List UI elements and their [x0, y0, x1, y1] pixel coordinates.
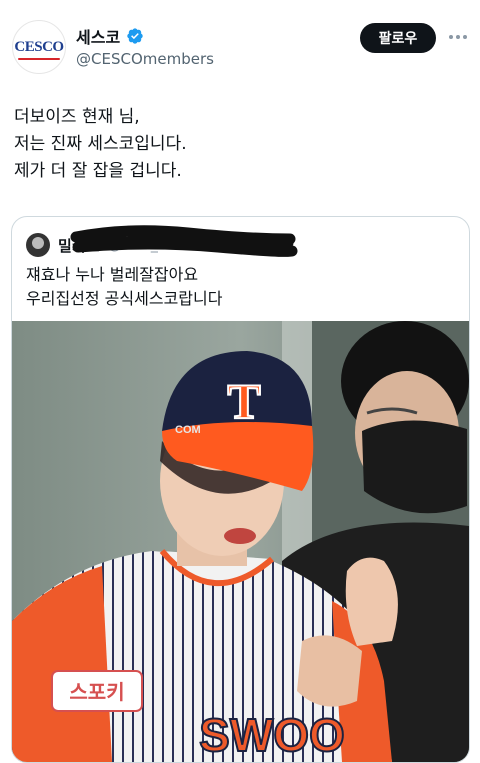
tweet-line: 제가 더 잘 잡을 겁니다.	[14, 161, 182, 181]
account-avatar[interactable]: CESCO	[12, 20, 66, 74]
sleeve-patch-text: 스포키	[69, 680, 124, 704]
quoted-avatar	[26, 233, 50, 257]
jersey-text: SWOO	[199, 709, 345, 761]
cap-logo: T	[227, 373, 260, 429]
face-mask	[362, 420, 467, 514]
verified-badge-icon	[127, 28, 143, 44]
account-name-row: 세스코	[76, 24, 144, 48]
account-name[interactable]: 세스코	[76, 24, 120, 48]
quoted-line: 쟤효나 누나 벌레잘잡아요	[26, 265, 199, 284]
cap-side-text: COM	[175, 424, 201, 436]
quoted-line: 우리집선정 공식세스코랍니다	[26, 289, 223, 308]
tweet-text: 더보이즈 현재 님, 저는 진짜 세스코입니다. 제가 더 잘 잡을 겁니다.	[14, 104, 187, 185]
quoted-text: 쟤효나 누나 벌레잘잡아요 우리집선정 공식세스코랍니다	[26, 263, 222, 311]
more-options-icon[interactable]	[446, 27, 470, 47]
quoted-tweet-card[interactable]: 밀키트 @milk_itt · 2024. 6. 16. 쟤효나 누나 벌레잘잡…	[11, 216, 470, 763]
quoted-photo[interactable]: T COM SWOO 스포키	[12, 321, 469, 762]
tweet-line: 더보이즈 현재 님,	[14, 107, 140, 127]
follow-button[interactable]: 팔로우	[360, 23, 436, 53]
tweet-line: 저는 진짜 세스코입니다.	[14, 134, 187, 154]
raised-hand	[345, 557, 398, 646]
account-handle[interactable]: @CESCOmembers	[76, 50, 214, 68]
cesco-logo: CESCO	[14, 38, 64, 60]
redaction-scribble	[70, 225, 298, 257]
